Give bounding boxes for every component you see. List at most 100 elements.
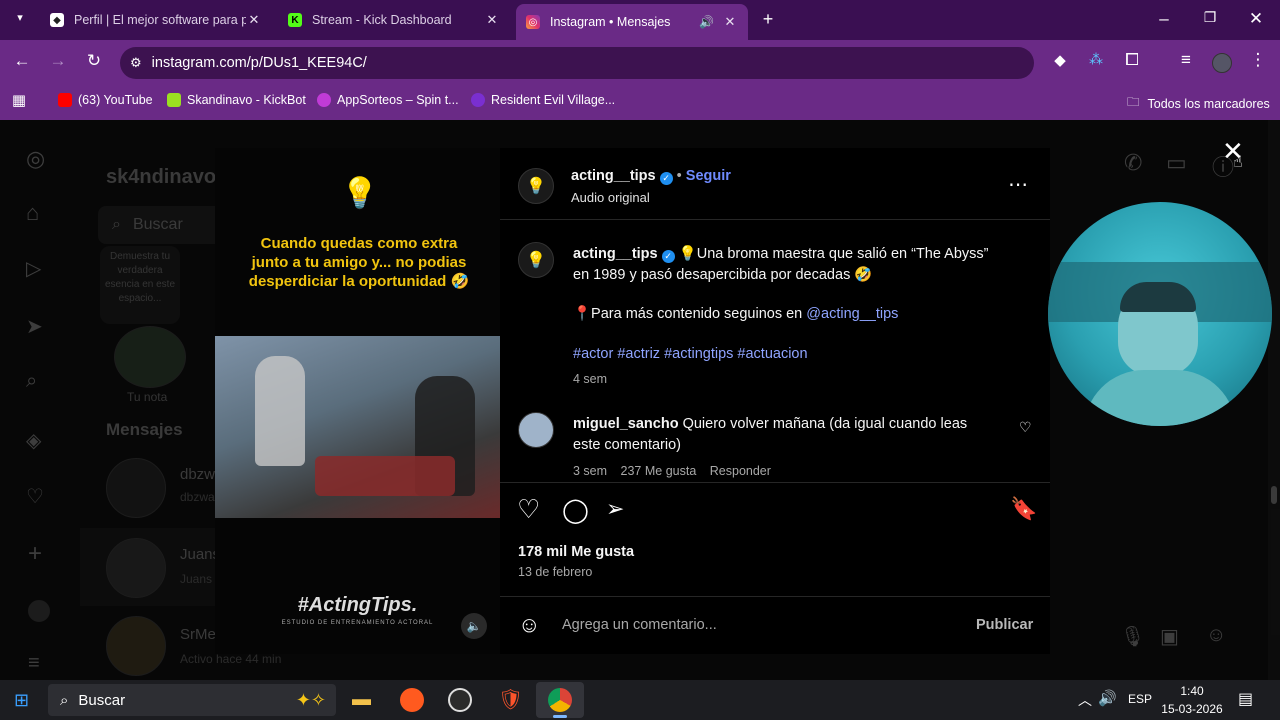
forward-icon[interactable]: → (46, 51, 70, 71)
hashtags[interactable]: #actor #actriz #actingtips #actuacion (573, 344, 1013, 365)
extension-kickbot-icon[interactable]: ◆ (1048, 51, 1072, 69)
audio-label[interactable]: Audio original (571, 190, 650, 205)
caption-author-avatar[interactable]: 💡 (518, 242, 554, 278)
webcam-overlay (1048, 202, 1272, 426)
site-info-icon[interactable]: ⚙ (130, 55, 142, 71)
chrome-taskbar-icon[interactable] (536, 682, 584, 718)
emoji-picker-icon[interactable]: ☺ (518, 612, 540, 638)
notifications-center-icon[interactable]: ▤ (1238, 689, 1253, 709)
save-icon[interactable]: 🔖 (1010, 496, 1037, 522)
clock-time[interactable]: 1:40 (1160, 684, 1224, 698)
mention-link[interactable]: @acting__tips (806, 306, 898, 322)
apps-grid-icon[interactable]: ▦ (7, 91, 31, 109)
comment-icon[interactable]: ◯ (562, 496, 589, 525)
comment-text: miguel_sancho Quiero volver mañana (da i… (573, 416, 968, 453)
follow-button[interactable]: Seguir (686, 168, 731, 184)
appsorteos-icon (317, 93, 331, 107)
video-brand-subtitle: ESTUDIO DE ENTRENAMIENTO ACTORAL (281, 620, 434, 626)
lightbulb-icon: 💡 (341, 177, 379, 210)
post-media[interactable]: 💡 Cuando quedas como extra junto a tu am… (215, 148, 500, 654)
search-icon: ⌕ (60, 691, 69, 709)
url-text[interactable]: instagram.com/p/DUs1_KEE94C/ (152, 55, 367, 71)
restore-icon[interactable]: ❐ (1198, 9, 1222, 26)
mute-toggle-icon[interactable]: 🔈 (461, 613, 487, 639)
kickbot-icon (167, 93, 181, 107)
copilot-sparkle-icon: ✦✧ (295, 689, 326, 710)
tab-strip: ▾ ◆ Perfil | El mejor software para p ✕ … (0, 0, 1280, 40)
author-username[interactable]: acting__tips (571, 168, 656, 184)
tab-instagram[interactable]: ◎ Instagram • Mensajes 🔊 ✕ (516, 4, 748, 40)
reply-button[interactable]: Responder (710, 464, 771, 478)
actions-divider (500, 482, 1050, 483)
post-header: 💡 acting__tips ✓ • Seguir Audio original… (500, 148, 1050, 220)
post-details-panel: 💡 acting__tips ✓ • Seguir Audio original… (500, 148, 1050, 654)
language-indicator[interactable]: ESP (1128, 692, 1152, 706)
app-orange-icon[interactable] (400, 688, 424, 712)
obs-icon[interactable] (448, 688, 472, 712)
publish-button[interactable]: Publicar (976, 617, 1033, 633)
verified-badge-icon: ✓ (661, 250, 675, 263)
post-date: 13 de febrero (518, 565, 593, 579)
extension-translate-icon[interactable]: ⁂ (1084, 51, 1108, 68)
taskbar-search[interactable]: ⌕ Buscar ✦✧ (48, 684, 336, 716)
comment-likes[interactable]: 237 Me gusta (621, 464, 697, 478)
bookmark-kickbot[interactable]: Skandinavo - KickBot (167, 93, 306, 107)
author-avatar[interactable]: 💡 (518, 168, 554, 204)
verified-badge-icon: ✓ (659, 172, 673, 185)
comment-box-divider (500, 596, 1050, 597)
windows-taskbar: ⊞ ⌕ Buscar ✦✧ ▬ 🛡 ︿ 🔊 ESP 1:40 15-03-202… (0, 680, 1280, 720)
clock-date[interactable]: 15-03-2026 (1160, 702, 1224, 716)
folder-icon: 🗀 (1127, 95, 1140, 109)
commenter-username[interactable]: miguel_sancho (573, 416, 679, 432)
tray-overflow-icon[interactable]: ︿ (1078, 690, 1092, 710)
volume-icon[interactable]: 🔊 (1098, 689, 1117, 707)
tab-perfil[interactable]: ◆ Perfil | El mejor software para p ✕ (40, 6, 272, 34)
close-tab-icon[interactable]: ✕ (246, 12, 262, 28)
reload-icon[interactable]: ↻ (82, 51, 106, 71)
video-frame (215, 336, 500, 518)
tab-search-icon[interactable]: ▾ (8, 11, 32, 24)
comment-like-icon[interactable]: ♡ (1019, 419, 1032, 436)
mouse-cursor: ☝ (1233, 154, 1243, 171)
close-tab-icon[interactable]: ✕ (722, 14, 738, 30)
kickbot-favicon-icon: ◆ (50, 13, 64, 27)
share-icon[interactable]: ➢ (606, 496, 624, 522)
bookmark-appsorteos[interactable]: AppSorteos – Spin t... (317, 93, 459, 107)
audio-playing-icon[interactable]: 🔊 (699, 15, 714, 29)
likes-count[interactable]: 178 mil Me gusta (518, 544, 634, 560)
all-bookmarks[interactable]: 🗀 Todos los marcadores (1127, 93, 1270, 114)
caption-age[interactable]: 4 sem (573, 369, 1013, 390)
address-bar[interactable]: ⚙ instagram.com/p/DUs1_KEE94C/ (120, 47, 1034, 79)
menu-kebab-icon[interactable]: ⋮ (1246, 50, 1270, 70)
brave-browser-icon[interactable]: 🛡 (498, 687, 523, 712)
close-tab-icon[interactable]: ✕ (484, 12, 500, 28)
comment-meta: 3 sem 237 Me gusta Responder (573, 464, 771, 478)
video-caption-text: Cuando quedas como extra junto a tu amig… (248, 235, 470, 290)
commenter-avatar[interactable] (518, 412, 554, 448)
kick-favicon-icon: K (288, 13, 302, 27)
bookmark-youtube[interactable]: (63) YouTube (58, 93, 153, 107)
back-icon[interactable]: ← (10, 51, 34, 71)
video-brand: #ActingTips. (297, 594, 418, 616)
bookmark-resident-evil[interactable]: Resident Evil Village... (471, 93, 615, 107)
more-options-icon[interactable]: ⋯ (1008, 172, 1028, 197)
start-button-icon[interactable]: ⊞ (14, 690, 29, 711)
caption-username[interactable]: acting__tips (573, 246, 658, 262)
resident-evil-icon (471, 93, 485, 107)
file-explorer-icon[interactable]: ▬ (352, 689, 371, 711)
minimize-icon[interactable]: – (1152, 9, 1176, 29)
like-icon[interactable]: ♡ (517, 494, 540, 525)
profile-avatar[interactable] (1212, 53, 1232, 73)
tab-kick-dashboard[interactable]: K Stream - Kick Dashboard ✕ (278, 6, 510, 34)
youtube-icon (58, 93, 72, 107)
instagram-page: ◎ ⌂ ▷ ➤ ⌕ ◈ ♡ + ≡ sk4ndinavo ⌕ Buscar De… (0, 120, 1280, 680)
comment-age[interactable]: 3 sem (573, 464, 607, 478)
comment-input[interactable]: Agrega un comentario... (562, 617, 717, 633)
caption-text: acting__tips ✓ 💡Una broma maestra que sa… (573, 244, 1013, 390)
bookmarks-bar: ▦ (63) YouTube Skandinavo - KickBot AppS… (0, 85, 1280, 120)
close-window-icon[interactable]: ✕ (1244, 9, 1268, 29)
new-tab-icon[interactable]: + (756, 9, 780, 30)
media-controls-icon[interactable]: ≡ (1174, 50, 1198, 70)
extensions-puzzle-icon[interactable]: ⧠ (1120, 50, 1144, 70)
instagram-favicon-icon: ◎ (526, 15, 540, 29)
